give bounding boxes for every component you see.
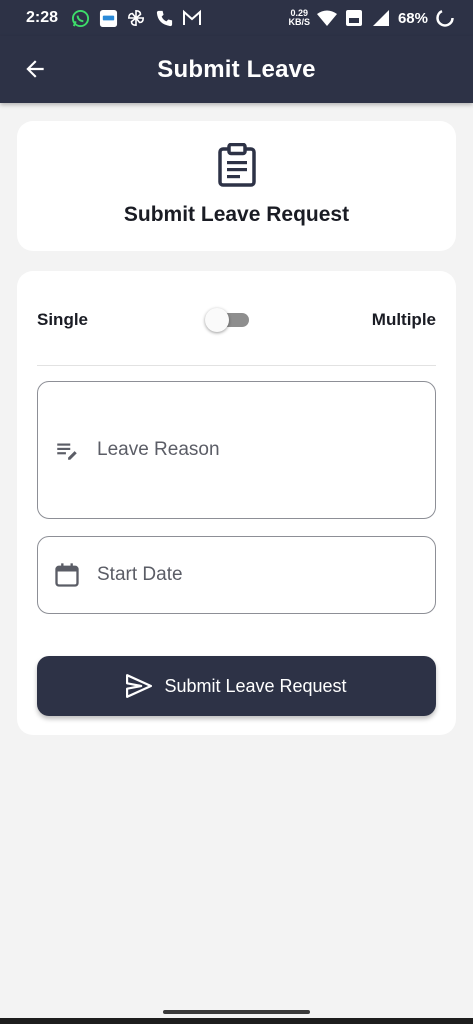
- status-time: 2:28: [26, 9, 59, 26]
- divider: [37, 365, 436, 366]
- calendar-icon: [53, 561, 81, 589]
- leave-form-card: Single Multiple Leave Reason Start Date …: [17, 271, 456, 735]
- multiple-label: Multiple: [371, 310, 436, 329]
- clipboard-icon: [217, 143, 256, 187]
- header-card: Submit Leave Request: [17, 121, 456, 251]
- send-icon: [126, 674, 153, 698]
- battery-icon: [435, 8, 455, 28]
- arrow-back-icon: [26, 60, 44, 78]
- leave-type-toggle-row: Single Multiple: [37, 307, 436, 333]
- single-label: Single: [37, 310, 89, 329]
- battery-percent: 68%: [397, 9, 428, 27]
- wifi-icon: [316, 8, 337, 28]
- switch-thumb: [205, 308, 229, 332]
- network-speed-unit: KB/S: [288, 17, 310, 27]
- page-title: Submit Leave: [157, 55, 316, 83]
- app-notification-icon: [98, 8, 118, 28]
- header-title: Submit Leave Request: [123, 203, 350, 226]
- app-bar: Submit Leave: [0, 36, 473, 103]
- back-button[interactable]: [20, 54, 50, 84]
- nav-bar-strip: [0, 1018, 473, 1024]
- system-nav-bar: [0, 1004, 473, 1024]
- single-multiple-switch[interactable]: [205, 308, 249, 332]
- start-date-placeholder: Start Date: [97, 564, 183, 585]
- start-date-field[interactable]: Start Date: [37, 536, 436, 614]
- gmail-icon: [182, 8, 202, 28]
- volte-icon: [344, 8, 364, 28]
- whatsapp-icon: [70, 8, 90, 28]
- leave-reason-placeholder: Leave Reason: [97, 439, 220, 460]
- call-icon: [154, 8, 174, 28]
- home-gesture-handle[interactable]: [163, 1010, 310, 1014]
- submit-leave-request-button[interactable]: Submit Leave Request: [37, 656, 436, 716]
- signal-icon: [371, 8, 391, 28]
- edit-notes-icon: [53, 436, 81, 464]
- network-speed: 0.29 KB/S: [288, 9, 310, 27]
- submit-button-label: Submit Leave Request: [164, 675, 347, 696]
- pinwheel-icon: [126, 8, 146, 28]
- leave-reason-field[interactable]: Leave Reason: [37, 381, 436, 519]
- status-bar: 2:28 0.29 KB/S 68%: [0, 0, 473, 36]
